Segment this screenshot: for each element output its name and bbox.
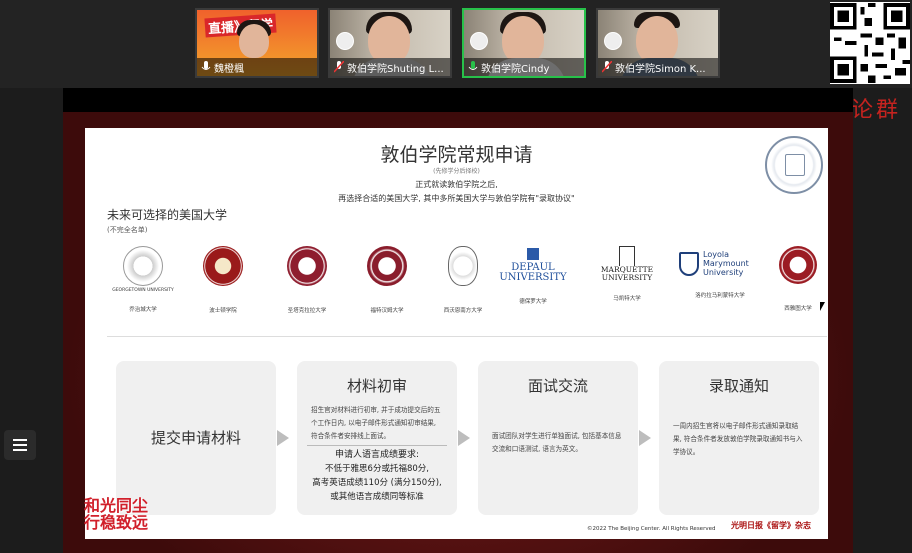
participant-name: 敦伯学院Cindy	[481, 63, 550, 75]
participant-namebar: 敦伯学院Simon K...	[598, 58, 718, 76]
college-logo-icon	[336, 32, 354, 50]
language-requirement-line: 或其他语言成绩同等标准	[330, 492, 424, 502]
step-admission-notice: 录取通知 一周内招生官将以电子邮件形式通知录取结果, 符合条件者发放敦伯学院录取…	[659, 361, 819, 515]
presentation-slide: 敦伯学院常规申请 (先修学分后择校) 正式就读敦伯学院之后, 再选择合适的美国大…	[85, 128, 828, 539]
university-caption: 福特汉姆大学	[370, 308, 404, 314]
step-title: 提交申请材料	[150, 429, 241, 447]
university-caption: 洛约拉马利蒙特大学	[695, 293, 745, 299]
copyright-notice: ©2022 The Beijing Center. All Rights Res…	[587, 526, 716, 532]
menu-icon-bar	[13, 449, 27, 451]
slide-note: (先修学分后择校)	[433, 168, 480, 175]
avatar	[636, 16, 678, 64]
university-wordmark: DEPAUL UNIVERSITY	[499, 262, 567, 283]
university-caption: 圣塔克拉拉大学	[287, 308, 327, 314]
meeting-window: 直播》留学 魏橙楓 敦伯学院Shuting L...	[0, 0, 912, 553]
mic-icon[interactable]	[201, 61, 211, 73]
participant-namebar: 魏橙楓	[197, 58, 317, 76]
avatar	[239, 24, 269, 58]
university-caption: 马凯特大学	[613, 296, 641, 302]
menu-icon-bar	[13, 439, 27, 441]
marquette-logo-icon	[619, 246, 635, 266]
university-wordmark: GEORGETOWN UNIVERSITY	[112, 288, 174, 293]
magazine-logo: 光明日报《留学》杂志	[731, 521, 811, 530]
university-wordmark: MARQUETTE UNIVERSITY	[600, 265, 654, 282]
college-seal	[765, 136, 823, 194]
university-sewanee: 西沃恩南方大学	[423, 246, 503, 314]
avatar	[502, 16, 544, 64]
participant-name: 敦伯学院Simon K...	[615, 63, 706, 75]
menu-button[interactable]	[4, 430, 36, 460]
menu-icon-bar	[13, 444, 27, 446]
step-description: 面试团队对学生进行单独面试, 包括基本信息交流和口语测试, 语言为英文。	[492, 432, 622, 453]
arrow-right-icon	[458, 430, 470, 446]
step-title: 面试交流	[527, 377, 588, 395]
university-caption: 德保罗大学	[519, 299, 547, 305]
slide-subtitle-2: 再选择合适的美国大学, 其中多所美国大学与敦伯学院有"录取协议"	[338, 194, 575, 203]
universities-heading: 未来可选择的美国大学	[107, 208, 228, 222]
university-boston-college: 波士顿学院	[183, 246, 263, 314]
slide-title: 敦伯学院常规申请	[380, 144, 533, 166]
university-emblem	[203, 246, 243, 286]
language-requirements-title: 申请人语言成绩要求:	[334, 450, 420, 460]
step-title: 材料初审	[346, 377, 407, 395]
arrow-right-icon	[639, 430, 651, 446]
participant-tile-2[interactable]: 敦伯学院Shuting L...	[328, 8, 452, 78]
step-title: 录取通知	[708, 377, 769, 395]
participant-namebar: 敦伯学院Cindy	[464, 58, 584, 76]
university-emblem	[287, 246, 327, 286]
depaul-logo-icon	[527, 248, 539, 260]
university-caption: 波士顿学院	[209, 308, 237, 314]
participant-name: 魏橙楓	[214, 63, 244, 75]
language-requirement-line: 不低于雅思6分或托福80分,	[325, 464, 429, 474]
university-georgetown: GEORGETOWN UNIVERSITY 乔治城大学	[103, 246, 183, 313]
university-wordmark: Loyola Marymount University	[703, 250, 749, 277]
university-marquette: MARQUETTE UNIVERSITY 马凯特大学	[587, 246, 667, 302]
language-requirements: 申请人语言成绩要求: 不低于雅思6分或托福80分, 高考英语成绩110分 (满分…	[307, 445, 447, 504]
brand-line-2: 行稳致远	[84, 513, 149, 532]
mic-muted-icon[interactable]	[334, 61, 344, 73]
university-depaul: DEPAUL UNIVERSITY 德保罗大学	[493, 246, 573, 305]
university-caption: 乔治城大学	[129, 307, 157, 313]
universities-subheading: (不完全名单)	[107, 226, 148, 234]
university-caption: 西沃恩南方大学	[443, 308, 483, 314]
university-santa-clara: 圣塔克拉拉大学	[267, 246, 347, 314]
step-description: 一周内招生官将以电子邮件形式通知录取结果, 符合条件者发放敦伯学院录取通知书与入…	[673, 422, 803, 456]
mouse-cursor	[820, 302, 825, 311]
participant-namebar: 敦伯学院Shuting L...	[330, 58, 450, 76]
college-logo-icon	[604, 32, 622, 50]
avatar	[368, 16, 410, 64]
slide-subtitle-1: 正式就读敦伯学院之后,	[415, 180, 498, 189]
participant-name: 敦伯学院Shuting L...	[347, 63, 444, 75]
university-emblem	[779, 246, 817, 284]
university-fordham: 福特汉姆大学	[347, 246, 427, 314]
brand-slogan: 和光同尘 行稳致远	[84, 497, 148, 531]
university-loyola-marymount: Loyola Marymount University 洛约拉马利蒙特大学	[675, 246, 765, 299]
participant-tile-4[interactable]: 敦伯学院Simon K...	[596, 8, 720, 78]
lmu-lockup: Loyola Marymount University	[675, 250, 765, 277]
mic-muted-icon[interactable]	[602, 61, 612, 73]
participant-tile-3-active-speaker[interactable]: 敦伯学院Cindy	[462, 8, 586, 78]
college-logo-icon	[470, 32, 488, 50]
step-submit-materials: 提交申请材料	[116, 361, 276, 515]
step-interview: 面试交流 面试团队对学生进行单独面试, 包括基本信息交流和口语测试, 语言为英文…	[478, 361, 638, 515]
arrow-right-icon	[277, 430, 289, 446]
qr-code	[830, 2, 910, 84]
participant-tile-1[interactable]: 直播》留学 魏橙楓	[195, 8, 319, 78]
step-description: 招生官对材料进行初审, 并于成功提交后的五个工作日内, 以电子邮件形式通知初审结…	[311, 406, 441, 440]
step-material-review: 材料初审 招生官对材料进行初审, 并于成功提交后的五个工作日内, 以电子邮件形式…	[297, 361, 457, 515]
participant-strip: 直播》留学 魏橙楓 敦伯学院Shuting L...	[0, 0, 912, 88]
university-emblem	[448, 246, 478, 286]
divider	[107, 336, 827, 337]
mic-active-icon[interactable]	[468, 61, 478, 73]
university-emblem	[367, 246, 407, 286]
language-requirement-line: 高考英语成绩110分 (满分150分),	[312, 478, 442, 488]
lmu-shield-icon	[679, 251, 699, 276]
university-emblem	[123, 246, 163, 286]
brand-line-1: 和光同尘	[84, 496, 149, 515]
